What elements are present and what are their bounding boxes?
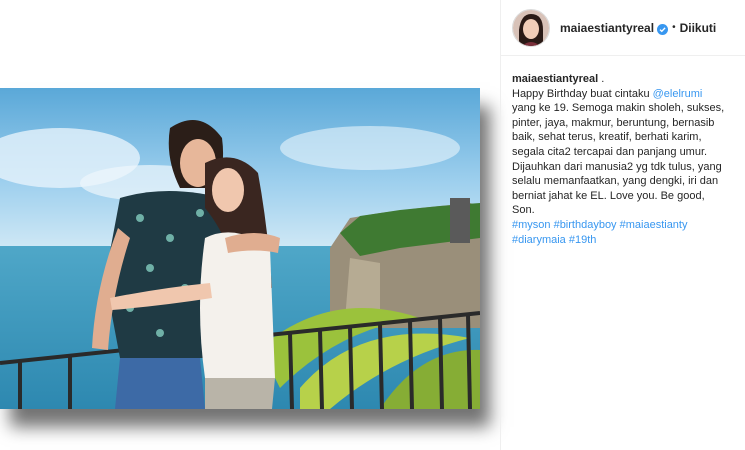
caption-line: segala cita2 tercapai dan panjang umur. [512,145,708,158]
post-photo[interactable] [0,88,480,409]
verified-badge-icon [657,22,669,35]
caption-author-line: maiaestiantyreal . [512,72,738,87]
caption-line: yang ke 19. Semoga makin sholeh, sukses, [512,102,725,115]
post-photo-image [0,88,480,409]
caption-line: baik, sehat terus, kreatif, berhati kari… [512,131,702,144]
mention-link[interactable]: @elelrumi [653,88,703,100]
caption-line: Son. [512,204,535,217]
caption-line: selalu memanfaatkan, yang dengki, iri da… [512,175,719,188]
caption-author-link[interactable]: maiaestiantyreal [512,73,598,85]
username-link[interactable]: maiaestiantyreal [560,21,654,35]
separator-dot: • [672,22,676,33]
post-media-pane [0,0,500,450]
caption-line: pinter, jaya, makmur, beruntung, bernasi… [512,116,715,129]
pane-divider [500,0,501,450]
hashtags-line[interactable]: #diarymaia #19th [512,233,738,248]
hashtags-line[interactable]: #myson #birthdayboy #maiaestianty [512,218,738,233]
caption-line: Dijauhkan dari manusia2 yg tdk tulus, ya… [512,160,722,173]
caption-line-prefix: Happy Birthday buat cintaku [512,87,653,100]
caption-line: berniat jahat ke EL. Love you. Be good, [512,189,705,202]
avatar[interactable] [512,8,550,47]
post-header: maiaestiantyreal • Diikuti [501,0,745,56]
follow-status-button[interactable]: Diikuti [680,21,717,35]
caption-author-suffix: . [598,73,605,85]
post-caption: maiaestiantyreal . Happy Birthday buat c… [512,72,738,247]
caption-line: Happy Birthday buat cintaku @elelrumi [512,87,738,102]
